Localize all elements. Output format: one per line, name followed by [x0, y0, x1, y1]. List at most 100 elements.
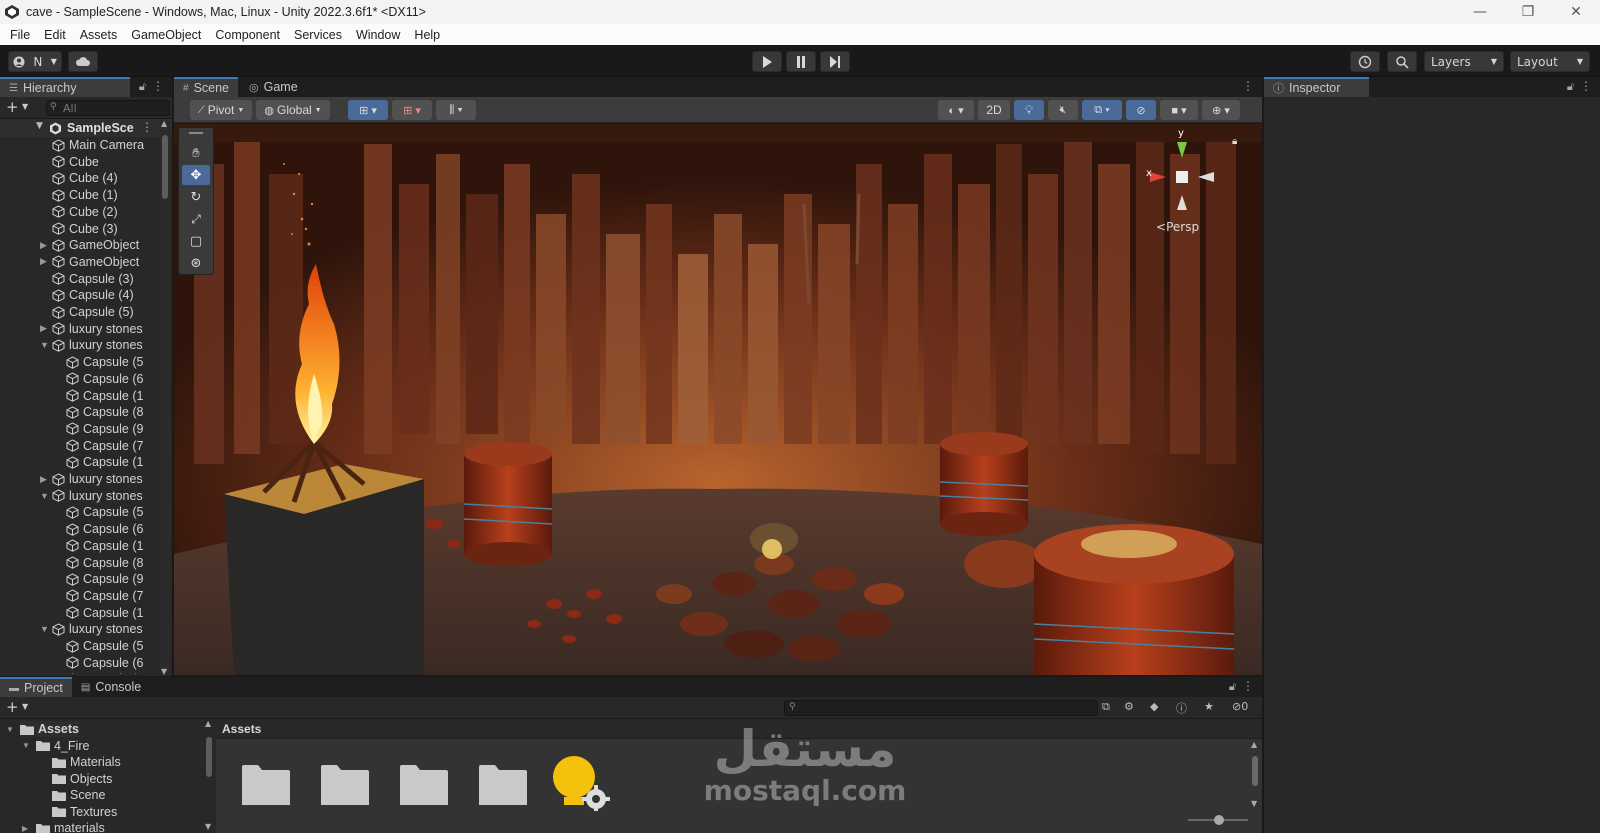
- project-tree-item[interactable]: ▶ materials: [22, 820, 105, 833]
- assets-scroll-thumb[interactable]: [1252, 756, 1258, 786]
- hierarchy-item[interactable]: Capsule (9: [66, 421, 143, 437]
- scroll-up-icon[interactable]: ▲: [161, 119, 167, 128]
- chevron-down-icon[interactable]: ▼: [6, 725, 14, 734]
- camera-dropdown[interactable]: ■ ▾: [1160, 100, 1198, 120]
- hand-tool[interactable]: ✋︎: [182, 143, 210, 163]
- hierarchy-item[interactable]: ▶ GameObject: [40, 254, 139, 270]
- lighting-settings-asset[interactable]: [550, 755, 614, 811]
- chevron-down-icon[interactable]: ▼: [40, 624, 50, 634]
- hierarchy-item[interactable]: Main Camera: [52, 137, 144, 153]
- hierarchy-item[interactable]: Capsule (5: [66, 354, 143, 370]
- project-tree-item[interactable]: Objects: [52, 771, 112, 787]
- hierarchy-item[interactable]: Capsule (1: [66, 388, 143, 404]
- favorite-icon[interactable]: ★: [1204, 700, 1214, 713]
- pivot-dropdown[interactable]: ⟋ Pivot ▼: [190, 100, 252, 120]
- filter-icon[interactable]: ⚙︎: [1124, 700, 1134, 713]
- menu-edit[interactable]: Edit: [37, 28, 73, 42]
- gizmos-dropdown[interactable]: ⊕ ▾: [1202, 100, 1240, 120]
- scroll-up-icon[interactable]: ▲: [205, 719, 211, 728]
- lock-icon[interactable]: 🔓︎: [1229, 680, 1236, 694]
- assets-scrollbar[interactable]: ▲ ▼: [1250, 740, 1260, 808]
- hierarchy-item[interactable]: Cube: [52, 154, 99, 170]
- add-icon[interactable]: +: [6, 698, 19, 716]
- hierarchy-item[interactable]: ▼ luxury stones: [40, 621, 143, 637]
- project-tree-item[interactable]: ▼ Assets: [6, 721, 79, 737]
- breadcrumb[interactable]: Assets: [222, 722, 261, 736]
- hierarchy-item[interactable]: Capsule (6: [66, 655, 143, 671]
- hierarchy-item[interactable]: Capsule (1: [66, 671, 143, 674]
- menu-component[interactable]: Component: [208, 28, 287, 42]
- project-tree-item[interactable]: Textures: [52, 804, 117, 820]
- add-icon[interactable]: +: [6, 98, 19, 116]
- gizmo-lock-icon[interactable]: 🔒︎: [1232, 136, 1237, 147]
- scroll-down-icon[interactable]: ▼: [161, 667, 167, 676]
- tab-console[interactable]: ▤ Console: [71, 677, 151, 697]
- tab-scene[interactable]: # Scene: [174, 77, 239, 97]
- label-icon[interactable]: ◆: [1150, 700, 1158, 713]
- hierarchy-item[interactable]: ▼ luxury stones: [40, 488, 143, 504]
- chevron-down-icon[interactable]: ▼: [36, 121, 43, 131]
- hierarchy-item[interactable]: ▶ GameObject: [40, 237, 139, 253]
- pause-button[interactable]: [786, 51, 816, 72]
- lock-icon[interactable]: 🔓︎: [139, 80, 146, 94]
- hierarchy-item[interactable]: Capsule (1: [66, 605, 143, 621]
- menu-gameobject[interactable]: GameObject: [124, 28, 208, 42]
- kebab-menu-icon[interactable]: ⋮: [1242, 679, 1254, 693]
- hierarchy-item[interactable]: Cube (2): [52, 204, 118, 220]
- hierarchy-search-input[interactable]: ⚲ All: [46, 100, 170, 116]
- hierarchy-item[interactable]: ▼ luxury stones: [40, 337, 143, 353]
- hierarchy-item[interactable]: Capsule (1: [66, 538, 143, 554]
- scene-visibility-toggle[interactable]: ⊘: [1126, 100, 1156, 120]
- chevron-down-icon[interactable]: ▼: [22, 102, 28, 111]
- tab-game[interactable]: ◎ Game: [240, 77, 307, 97]
- warning-icon[interactable]: ⓘ: [1176, 700, 1187, 716]
- slider-thumb[interactable]: [1214, 815, 1224, 825]
- orientation-gizmo[interactable]: y x <Persp: [1142, 128, 1222, 242]
- kebab-menu-icon[interactable]: ⋮: [152, 79, 164, 93]
- hierarchy-item[interactable]: Capsule (6: [66, 371, 143, 387]
- history-button[interactable]: [1350, 51, 1380, 72]
- hidden-packages-toggle[interactable]: ⊘0: [1232, 700, 1248, 713]
- rotate-tool[interactable]: ↻: [182, 187, 210, 207]
- project-tree-scroll-thumb[interactable]: [206, 737, 212, 777]
- chevron-down-icon[interactable]: ▼: [22, 702, 28, 711]
- tab-inspector[interactable]: ⓘ Inspector: [1264, 77, 1369, 97]
- menu-assets[interactable]: Assets: [73, 28, 125, 42]
- kebab-menu-icon[interactable]: ⋮: [1580, 79, 1592, 93]
- project-tree-scrollbar[interactable]: ▲ ▼: [204, 719, 214, 833]
- hierarchy-item[interactable]: Capsule (4): [52, 287, 134, 303]
- hierarchy-item[interactable]: Capsule (6: [66, 521, 143, 537]
- project-search-input[interactable]: ⚲: [784, 700, 1098, 716]
- hierarchy-item[interactable]: Capsule (7: [66, 588, 143, 604]
- scale-tool[interactable]: ⤢: [182, 209, 210, 229]
- asset-folder[interactable]: [398, 763, 450, 807]
- hierarchy-item[interactable]: Capsule (3): [52, 271, 134, 287]
- scroll-up-icon[interactable]: ▲: [1251, 740, 1257, 749]
- menu-file[interactable]: File: [3, 28, 37, 42]
- chevron-down-icon[interactable]: ▼: [40, 340, 50, 350]
- increment-snap-toggle[interactable]: ⊞ ▾: [392, 100, 432, 120]
- hierarchy-item[interactable]: Capsule (7: [66, 438, 143, 454]
- menu-services[interactable]: Services: [287, 28, 349, 42]
- scroll-down-icon[interactable]: ▼: [205, 822, 211, 831]
- global-dropdown[interactable]: ◍ Global ▼: [256, 100, 330, 120]
- project-tree-item[interactable]: Scene: [52, 787, 105, 803]
- hierarchy-item[interactable]: ▶ luxury stones: [40, 471, 143, 487]
- chevron-right-icon[interactable]: ▶: [40, 474, 50, 485]
- hierarchy-item[interactable]: Capsule (8: [66, 404, 143, 420]
- scene-root-row[interactable]: ▼ SampleSce ⋮: [0, 119, 172, 137]
- chevron-right-icon[interactable]: ▶: [40, 323, 50, 334]
- transform-tool[interactable]: ⊛: [182, 253, 210, 273]
- tab-project[interactable]: ▬ Project: [0, 677, 72, 697]
- minimize-button[interactable]: —: [1456, 0, 1504, 24]
- hierarchy-item[interactable]: Capsule (5): [52, 304, 134, 320]
- effects-toggle[interactable]: ⧉ ▾: [1082, 100, 1122, 120]
- layout-dropdown[interactable]: Layout ▼: [1510, 51, 1590, 72]
- hierarchy-scrollbar[interactable]: ▲ ▼: [160, 119, 170, 676]
- kebab-menu-icon[interactable]: ⋮: [1242, 79, 1254, 93]
- hierarchy-item[interactable]: Cube (4): [52, 170, 118, 186]
- chevron-right-icon[interactable]: ▶: [22, 824, 28, 833]
- drag-handle[interactable]: [189, 132, 203, 134]
- asset-folder[interactable]: [240, 763, 292, 807]
- move-tool[interactable]: ✥: [182, 165, 210, 185]
